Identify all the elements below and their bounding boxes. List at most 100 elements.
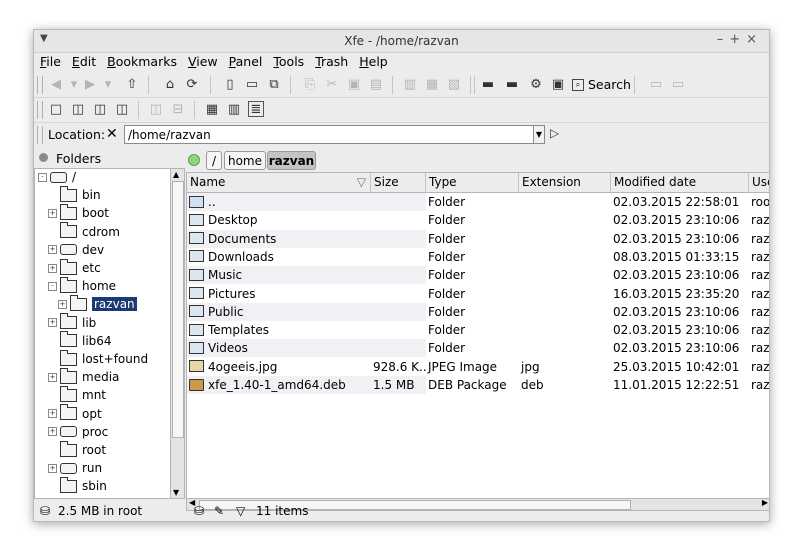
menu-bookmarks[interactable]: Bookmarks bbox=[101, 53, 182, 69]
small-icons-icon[interactable]: ▥ bbox=[226, 101, 242, 117]
expand-icon[interactable]: + bbox=[48, 372, 57, 382]
scroll-up-icon[interactable]: ▲ bbox=[173, 170, 179, 179]
table-row[interactable]: 4ogeeis.jpg 928.6 K... JPEG Image jpg 25.03.… bbox=[187, 358, 769, 376]
terminal-icon[interactable]: ▣ bbox=[550, 76, 566, 92]
column-type[interactable]: Type bbox=[426, 173, 519, 192]
expand-icon[interactable]: + bbox=[48, 409, 57, 419]
tree-scroll-thumb[interactable] bbox=[172, 181, 184, 438]
expand-icon[interactable]: + bbox=[48, 208, 57, 218]
tree-item-lost-found[interactable]: lost+found bbox=[48, 349, 148, 368]
tree-item-opt[interactable]: + opt bbox=[48, 404, 102, 423]
column-modified-date[interactable]: Modified date bbox=[611, 173, 749, 192]
table-row[interactable]: Templates Folder 02.03.2015 23:10:06 razvan bbox=[187, 321, 769, 339]
column-extension[interactable]: Extension bbox=[519, 173, 611, 192]
menu-trash[interactable]: Trash bbox=[309, 53, 353, 69]
tree-item-sbin[interactable]: sbin bbox=[48, 476, 107, 495]
tree-item-razvan[interactable]: + razvan bbox=[58, 294, 137, 313]
paste-icon[interactable]: ▣ bbox=[346, 76, 362, 92]
tree-item-run[interactable]: + run bbox=[48, 459, 102, 477]
breadcrumb-root[interactable]: / bbox=[206, 151, 222, 170]
table-row[interactable]: xfe_1.40-1_amd64.deb 1.5 MB DEB Package deb… bbox=[187, 376, 769, 394]
location-bar-grip[interactable] bbox=[37, 126, 43, 144]
back-arrow-icon[interactable]: ◀ bbox=[48, 76, 64, 92]
expand-icon[interactable]: + bbox=[48, 245, 57, 255]
collapse-icon[interactable]: - bbox=[38, 172, 47, 182]
location-input[interactable] bbox=[124, 125, 536, 144]
expand-icon[interactable]: + bbox=[48, 427, 57, 437]
menu-panel[interactable]: Panel bbox=[223, 53, 268, 69]
tree-vertical-scrollbar[interactable]: ▲ ▼ bbox=[170, 168, 185, 499]
tree-item-lib[interactable]: + lib bbox=[48, 313, 96, 332]
window-controls[interactable]: –+× bbox=[717, 32, 763, 47]
tree-panel-icon[interactable]: ◫ bbox=[70, 101, 86, 117]
breadcrumb-home[interactable]: home bbox=[224, 151, 266, 170]
table-row[interactable]: Videos Folder 02.03.2015 23:10:06 razvan bbox=[187, 339, 769, 358]
menu-file[interactable]: File bbox=[34, 53, 66, 69]
delete-icon[interactable]: ▧ bbox=[446, 76, 462, 92]
detailed-list-icon[interactable]: ≣ bbox=[248, 101, 264, 117]
column-size[interactable]: Size bbox=[371, 173, 426, 192]
table-row[interactable]: Public Folder 02.03.2015 23:10:06 razvan bbox=[187, 302, 769, 321]
expand-icon[interactable]: + bbox=[48, 263, 57, 273]
sync-panels-icon[interactable]: ▭ bbox=[648, 76, 664, 92]
forward-arrow-icon[interactable]: ▶ bbox=[82, 76, 98, 92]
clear-location-icon[interactable]: ✕ bbox=[106, 126, 118, 142]
new-folder-icon[interactable]: ▭ bbox=[244, 76, 260, 92]
column-user[interactable]: User bbox=[749, 173, 769, 192]
vertical-panels-icon[interactable]: ◫ bbox=[148, 101, 164, 117]
toolbar-grip[interactable] bbox=[37, 76, 43, 94]
cut-icon[interactable]: ✂ bbox=[324, 76, 340, 92]
back-history-icon[interactable]: ▾ bbox=[66, 76, 82, 92]
tree-item-etc[interactable]: + etc bbox=[48, 258, 101, 277]
collapse-icon[interactable]: - bbox=[48, 281, 57, 291]
menu-help[interactable]: Help bbox=[353, 53, 393, 69]
execute-command-icon[interactable]: ⚙ bbox=[528, 76, 544, 92]
location-history-dropdown[interactable]: ▼ bbox=[533, 125, 545, 144]
tree-item-mnt[interactable]: mnt bbox=[48, 385, 106, 404]
switch-panels-icon[interactable]: ▭ bbox=[670, 76, 686, 92]
tree-item-proc[interactable]: + proc bbox=[48, 423, 108, 441]
tree-item-cdrom[interactable]: cdrom bbox=[48, 222, 120, 241]
up-arrow-icon[interactable]: ⇧ bbox=[124, 76, 140, 92]
table-row[interactable]: Downloads Folder 08.03.2015 01:33:15 razvan bbox=[187, 248, 769, 266]
horizontal-panels-icon[interactable]: ⊟ bbox=[170, 101, 186, 117]
one-panel-icon[interactable]: □ bbox=[48, 101, 64, 117]
tree-item-root[interactable]: - / bbox=[38, 169, 76, 186]
tree-item-media[interactable]: + media bbox=[48, 367, 119, 386]
table-row[interactable]: Music Folder 02.03.2015 23:10:06 razvan bbox=[187, 266, 769, 285]
expand-icon[interactable]: + bbox=[58, 299, 67, 309]
filter-icon[interactable]: ▽ bbox=[236, 504, 245, 518]
new-window-icon[interactable]: ▬ bbox=[480, 76, 496, 92]
menu-tools[interactable]: Tools bbox=[267, 53, 309, 69]
new-link-icon[interactable]: ⧉ bbox=[266, 76, 282, 92]
forward-history-icon[interactable]: ▾ bbox=[100, 76, 116, 92]
table-row[interactable]: Documents Folder 02.03.2015 23:10:06 razvan bbox=[187, 229, 769, 248]
home-icon[interactable]: ⌂ bbox=[162, 76, 178, 92]
new-file-icon[interactable]: ▯ bbox=[222, 76, 238, 92]
restore-trash-icon[interactable]: ▦ bbox=[424, 76, 440, 92]
menu-view[interactable]: View bbox=[182, 53, 223, 69]
trash-icon[interactable]: ▥ bbox=[402, 76, 418, 92]
search-button[interactable]: ⌕ Search bbox=[572, 75, 631, 94]
tree-item-bin[interactable]: bin bbox=[48, 185, 101, 204]
breadcrumb-razvan[interactable]: razvan bbox=[267, 151, 316, 170]
two-panels-icon[interactable]: ◫ bbox=[92, 101, 108, 117]
tree-item-root[interactable]: root bbox=[48, 440, 106, 459]
edit-icon[interactable]: ✎ bbox=[214, 504, 224, 518]
tree-item-lib64[interactable]: lib64 bbox=[48, 331, 112, 350]
tree-item-boot[interactable]: + boot bbox=[48, 203, 109, 222]
tree-two-panels-icon[interactable]: ◫ bbox=[114, 101, 130, 117]
copy-icon[interactable]: ⎘ bbox=[302, 76, 318, 92]
go-arrow-icon[interactable]: ▷ bbox=[550, 126, 559, 140]
view-toolbar-grip[interactable] bbox=[37, 101, 43, 119]
properties-icon[interactable]: ▤ bbox=[368, 76, 384, 92]
table-row[interactable]: Pictures Folder 16.03.2015 23:35:20 razvan bbox=[187, 285, 769, 303]
column-name[interactable]: Name ▽ bbox=[187, 173, 371, 192]
big-icons-icon[interactable]: ▦ bbox=[204, 101, 220, 117]
refresh-icon[interactable]: ⟳ bbox=[184, 76, 200, 92]
scroll-down-icon[interactable]: ▼ bbox=[173, 488, 179, 497]
tree-item-dev[interactable]: + dev bbox=[48, 241, 104, 259]
tree-item-home[interactable]: - home bbox=[48, 276, 116, 295]
new-root-window-icon[interactable]: ▬ bbox=[504, 76, 520, 92]
expand-icon[interactable]: + bbox=[48, 463, 57, 473]
